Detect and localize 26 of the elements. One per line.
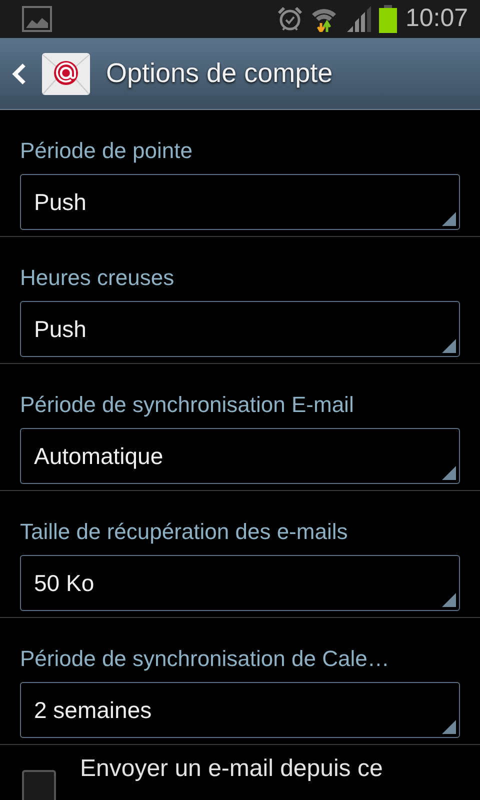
wifi-icon [311, 6, 338, 32]
picture-notification-icon [22, 6, 52, 32]
setting-label: Heures creuses [20, 265, 176, 291]
setting-label: Période de pointe [20, 138, 194, 164]
dropdown-corner-icon [442, 593, 456, 607]
dropdown-field[interactable]: Push [20, 301, 460, 357]
dropdown-corner-icon [442, 466, 456, 480]
setting-label: Période de synchronisation E-mail [20, 392, 355, 418]
clock-time: 10:07 [405, 3, 468, 34]
dropdown-field[interactable]: Automatique [20, 428, 460, 484]
dropdown-corner-icon [442, 339, 456, 353]
dropdown-field[interactable]: 50 Ko [20, 555, 460, 611]
checkbox[interactable] [22, 770, 56, 800]
dropdown-corner-icon [442, 212, 456, 226]
screen-title: Options de compte [106, 57, 333, 90]
setting-label: Envoyer un e-mail depuis ce [80, 755, 383, 784]
dropdown-field[interactable]: Push [20, 174, 460, 230]
setting-label: Taille de récupération des e-mails [20, 519, 349, 545]
email-app-icon [42, 52, 90, 94]
battery-icon [379, 5, 398, 33]
dropdown-field[interactable]: 2 semaines [20, 682, 460, 738]
back-icon[interactable] [12, 62, 26, 84]
setting-label: Période de synchronisation de Cale… [20, 646, 390, 672]
signal-icon [345, 6, 372, 32]
dropdown-corner-icon [442, 720, 456, 734]
alarm-clock-icon [277, 6, 304, 32]
